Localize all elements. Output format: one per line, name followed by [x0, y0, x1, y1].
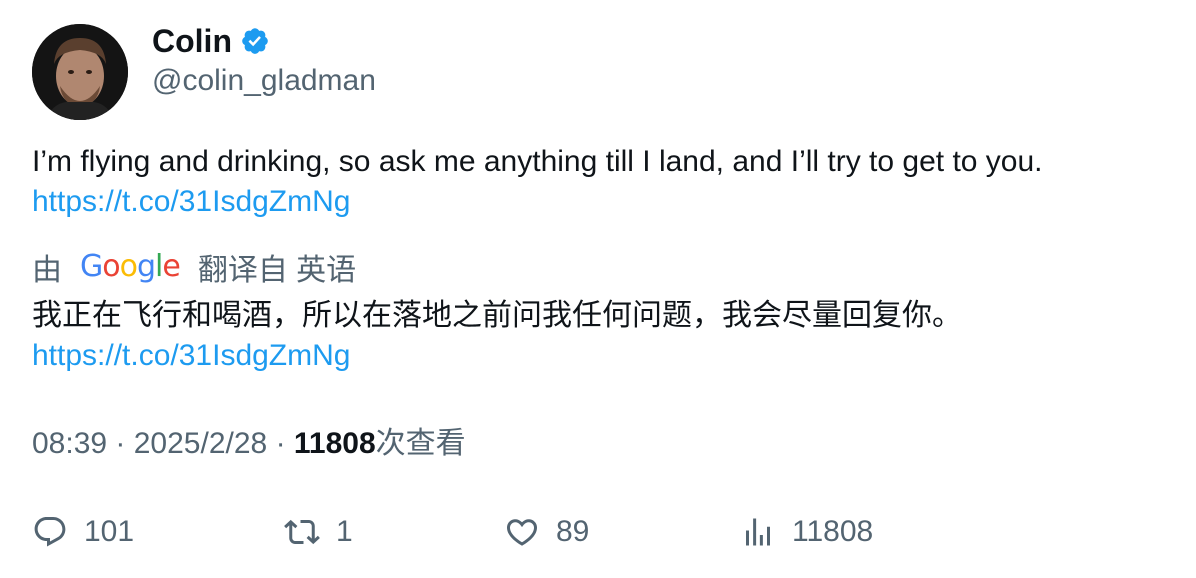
tweet-body: I’m flying and drinking, so ask me anyth… — [32, 142, 1172, 222]
views-button[interactable]: 11808 — [740, 510, 873, 554]
retweet-count: 1 — [336, 515, 353, 548]
avatar[interactable] — [32, 24, 128, 120]
tweet-meta: 08:39 · 2025/2/28 · 11808次查看 — [32, 424, 466, 464]
author-handle[interactable]: @colin_gladman — [152, 62, 376, 100]
like-button[interactable]: 89 — [504, 510, 589, 554]
translated-body: 我正在飞行和喝酒，所以在落地之前问我任何问题，我会尽量回复你。 https://… — [32, 296, 1172, 376]
views-count: 11808 — [293, 427, 376, 460]
author-name-row: Colin — [152, 22, 270, 60]
translation-attribution: 由 Google 翻译自 英语 — [32, 246, 356, 288]
tweet-text: I’m flying and drinking, so ask me anyth… — [32, 145, 1043, 178]
retweet-icon — [284, 514, 320, 550]
meta-separator: · — [115, 427, 134, 460]
views-action-count: 11808 — [792, 515, 874, 548]
google-logo[interactable]: Google — [80, 246, 181, 288]
meta-separator: · — [275, 427, 294, 460]
tweet-time[interactable]: 08:39 — [32, 427, 107, 460]
retweet-button[interactable]: 1 — [284, 510, 353, 554]
tweet-card: Colin @colin_gladman I’m flying and drin… — [0, 0, 1196, 578]
action-bar: 101 1 89 11808 — [32, 510, 1172, 554]
views-chart-icon — [740, 514, 776, 550]
heart-icon — [504, 514, 540, 550]
tweet-link[interactable]: https://t.co/31IsdgZmNg — [32, 182, 1172, 222]
translation-suffix: 翻译自 英语 — [197, 254, 357, 287]
like-count: 89 — [556, 515, 590, 548]
translated-link[interactable]: https://t.co/31IsdgZmNg — [32, 336, 1172, 376]
translation-prefix: 由 — [32, 254, 62, 287]
author-display-name[interactable]: Colin — [152, 22, 232, 60]
reply-button[interactable]: 101 — [32, 510, 134, 554]
reply-icon — [32, 514, 68, 550]
tweet-date[interactable]: 2025/2/28 — [134, 427, 267, 460]
translated-text: 我正在飞行和喝酒，所以在落地之前问我任何问题，我会尽量回复你。 — [32, 299, 962, 332]
verified-badge-icon[interactable] — [240, 26, 270, 56]
views-label: 次查看 — [375, 427, 466, 460]
reply-count: 101 — [84, 515, 135, 548]
